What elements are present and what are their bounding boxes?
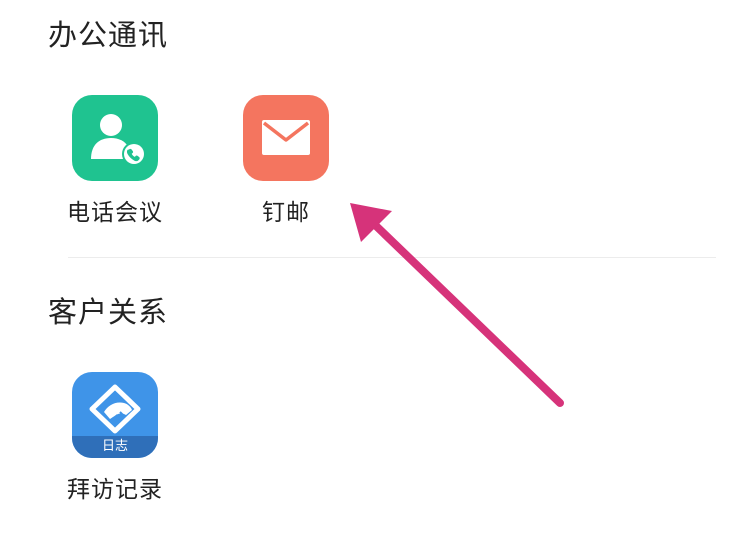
section-title-customer-relations: 客户关系: [48, 295, 169, 329]
app-ding-mail[interactable]: 钉邮: [216, 95, 356, 227]
app-phone-conference[interactable]: 电话会议: [45, 95, 185, 227]
app-label: 电话会议: [67, 200, 163, 226]
app-label: 钉邮: [262, 200, 310, 226]
section-title-office-communication: 办公通讯: [48, 18, 169, 52]
section-divider: [68, 257, 716, 258]
phone-contact-icon: [72, 95, 158, 181]
log-badge: 日志: [72, 436, 158, 458]
mail-envelope-icon: [243, 95, 329, 181]
app-label: 拜访记录: [67, 477, 163, 503]
app-grid-page: 办公通讯 电话会议 钉邮 客户关系 日志 拜访记录: [0, 0, 737, 535]
app-visit-records[interactable]: 日志 拜访记录: [45, 372, 185, 504]
handshake-icon: 日志: [72, 372, 158, 458]
